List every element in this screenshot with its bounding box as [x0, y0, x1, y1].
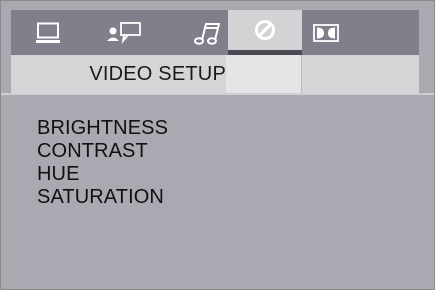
section-header-bar: VIDEO SETUP	[11, 55, 419, 93]
setup-window: VIDEO SETUP BRIGHTNESS CONTRAST HUE SATU…	[0, 0, 435, 290]
tab-language[interactable]	[87, 10, 161, 55]
video-settings-menu: BRIGHTNESS CONTRAST HUE SATURATION	[37, 117, 168, 209]
monitor-icon	[36, 22, 60, 43]
menu-item-saturation[interactable]: SATURATION	[37, 186, 168, 209]
section-slot	[226, 55, 301, 93]
section-slot	[301, 55, 419, 93]
tab-general[interactable]	[11, 10, 85, 55]
music-note-icon	[194, 22, 221, 45]
header-divider	[1, 93, 434, 95]
menu-item-brightness[interactable]: BRIGHTNESS	[37, 117, 168, 140]
section-title: VIDEO SETUP	[89, 62, 226, 85]
dolby-icon	[313, 23, 339, 42]
menu-item-hue[interactable]: HUE	[37, 163, 168, 186]
menu-item-contrast[interactable]: CONTRAST	[37, 140, 168, 163]
tab-bar	[11, 10, 419, 55]
person-speech-icon	[107, 21, 141, 44]
tab-dolby[interactable]	[289, 10, 363, 55]
video-circle-slash-icon	[255, 20, 275, 40]
